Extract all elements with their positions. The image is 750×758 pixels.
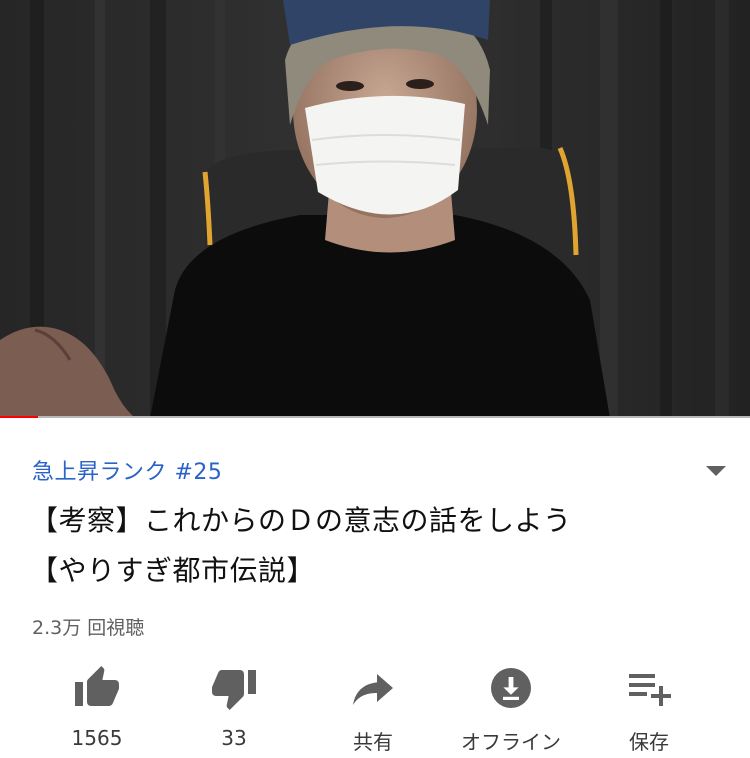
- offline-label: オフライン: [461, 730, 561, 754]
- download-icon: [491, 668, 531, 708]
- progress-fill: [0, 416, 38, 418]
- video-title: 【考察】これからのＤの意志の話をしよう 【やりすぎ都市伝説】: [30, 496, 690, 596]
- expand-chevron-icon[interactable]: [704, 464, 728, 478]
- dislike-count: 33: [221, 726, 247, 750]
- video-title-line-1: 【考察】これからのＤの意志の話をしよう: [30, 504, 572, 537]
- video-title-line-2: 【やりすぎ都市伝説】: [30, 554, 316, 587]
- share-label: 共有: [353, 730, 393, 754]
- save-label: 保存: [629, 730, 669, 754]
- view-count: 2.3万 回視聴: [32, 617, 145, 639]
- video-player[interactable]: [0, 0, 750, 418]
- video-frame: [0, 0, 750, 418]
- share-button[interactable]: 共有: [303, 664, 443, 754]
- save-button[interactable]: 保存: [579, 664, 719, 754]
- progress-bar[interactable]: [0, 416, 750, 418]
- like-button[interactable]: 1565: [27, 664, 167, 754]
- dislike-button[interactable]: 33: [164, 664, 304, 754]
- playlist-add-icon: [629, 674, 671, 706]
- thumbs-up-icon: [75, 666, 119, 706]
- like-count: 1565: [71, 726, 123, 750]
- video-info: 急上昇ランク #25 【考察】これからのＤの意志の話をしよう 【やりすぎ都市伝説…: [0, 420, 750, 758]
- action-bar: 1565 33 共有 オフライン 保存: [0, 664, 750, 754]
- share-icon: [353, 674, 393, 705]
- offline-download-button[interactable]: オフライン: [441, 664, 581, 754]
- trending-rank-link[interactable]: 急上昇ランク #25: [32, 454, 222, 486]
- thumbs-down-icon: [212, 670, 256, 710]
